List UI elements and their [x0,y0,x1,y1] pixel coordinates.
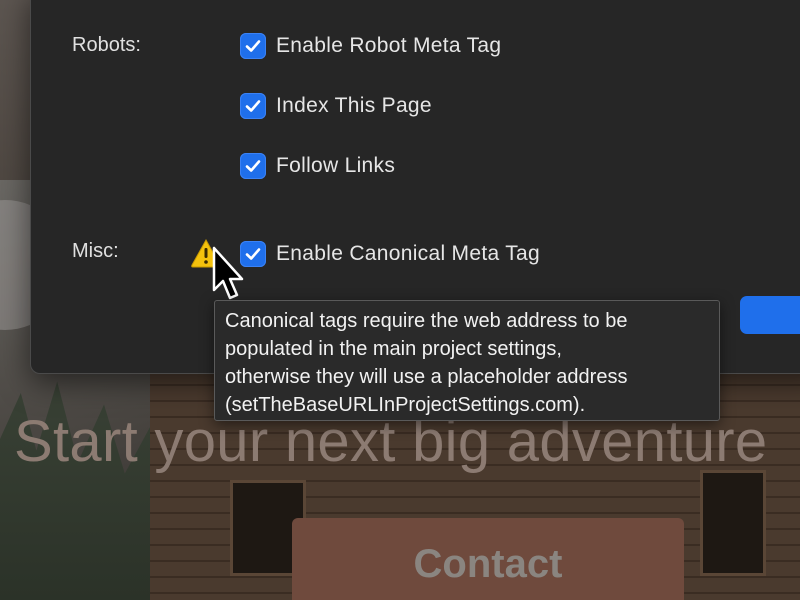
enable-canonical-meta-tag-checkbox[interactable]: Enable Canonical Meta Tag [240,241,540,267]
primary-action-button[interactable] [740,296,800,334]
follow-links-checkbox[interactable]: Follow Links [240,153,395,179]
checkbox-checked[interactable] [240,153,266,179]
cabin-window [700,470,766,576]
checkbox-checked[interactable] [240,33,266,59]
tooltip-line: (setTheBaseURLInProjectSettings.com). [225,394,586,416]
checkbox-label: Follow Links [276,154,396,177]
arrow-cursor-icon [212,246,244,300]
enable-robot-meta-tag-checkbox[interactable]: Enable Robot Meta Tag [240,33,501,59]
checkbox-label: Enable Canonical Meta Tag [276,242,540,265]
checkmark-icon [245,248,261,260]
checkbox-label: Index This Page [276,94,432,117]
checkbox-label: Enable Robot Meta Tag [276,34,502,57]
checkmark-icon [245,40,261,52]
checkbox-checked[interactable] [240,93,266,119]
tooltip-line: populated in the main project settings, [225,338,562,360]
contact-button[interactable]: Contact [292,518,684,600]
checkmark-icon [245,100,261,112]
index-this-page-checkbox[interactable]: Index This Page [240,93,432,119]
canonical-warning-tooltip: Canonical tags require the web address t… [214,300,720,421]
checkmark-icon [245,160,261,172]
robots-section-label: Robots: [72,34,141,56]
tooltip-line: Canonical tags require the web address t… [225,310,628,332]
misc-section-label: Misc: [72,240,119,262]
tooltip-line: otherwise they will use a placeholder ad… [225,366,628,388]
